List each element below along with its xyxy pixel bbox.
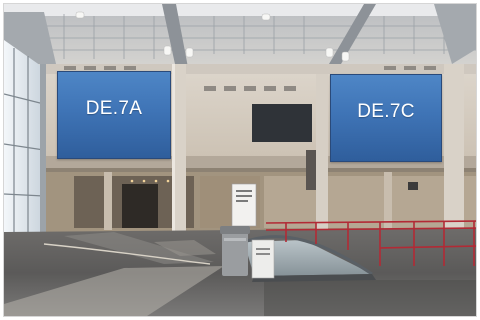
section-sign-right: DE.7C: [330, 74, 442, 162]
window-wall: [4, 40, 46, 238]
sign-label: DE.7A: [85, 98, 143, 119]
trash-bin: [220, 226, 250, 276]
convention-hall-photo: DE.7A DE.7C: [3, 3, 477, 317]
hanging-directory: [306, 150, 316, 190]
sign-label: DE.7C: [357, 101, 415, 122]
wall-monitor: [252, 104, 312, 142]
info-stand: [251, 239, 275, 279]
section-sign-left: DE.7A: [57, 71, 171, 159]
